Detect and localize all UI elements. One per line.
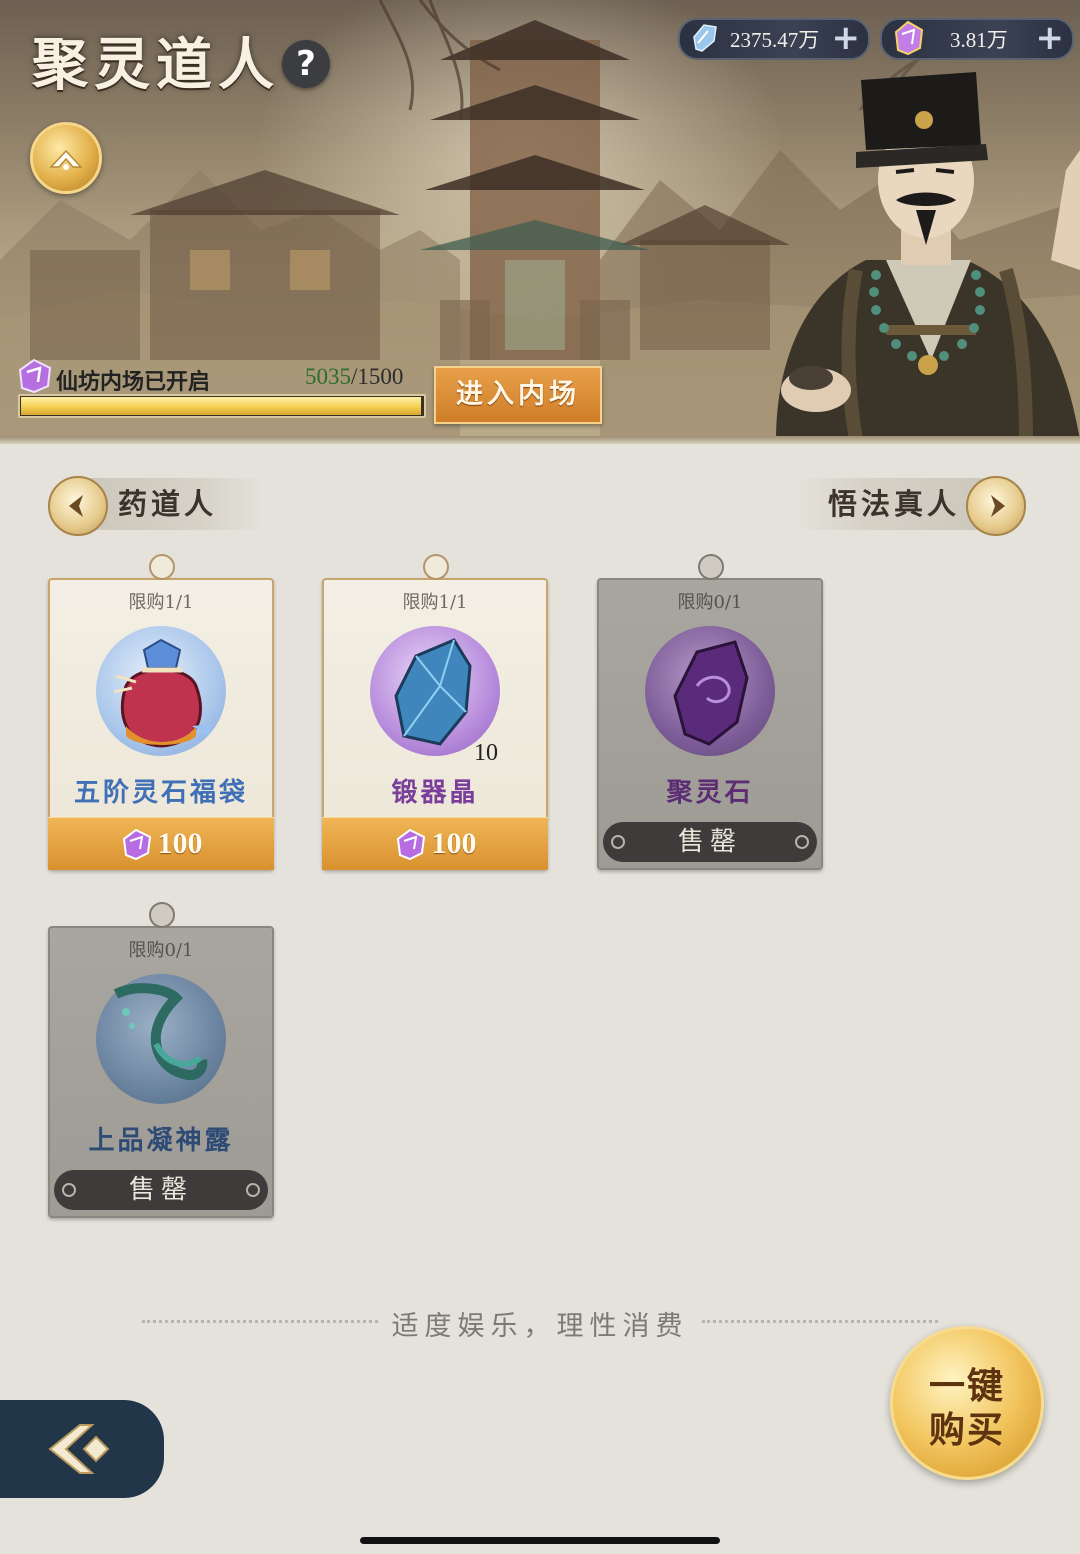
item-name: 聚灵石 (666, 778, 754, 808)
item-price-button[interactable]: 100 (48, 817, 274, 870)
sold-out-badge: 售罄 (54, 1170, 268, 1210)
purple-crystal-icon (122, 828, 151, 861)
purple-crystal-icon (18, 358, 52, 394)
currency-purple-crystal: 3.81万 + (880, 18, 1074, 60)
arrow-right-icon (966, 476, 1026, 536)
scene-divider (0, 436, 1080, 444)
merchant-character-portrait (776, 72, 1080, 440)
currency-purple-crystal-value: 3.81万 (950, 28, 1008, 52)
inner-venue-status: 仙坊内场已开启 (56, 369, 211, 395)
add-spirit-stone-button[interactable]: + (832, 19, 861, 57)
sold-out-badge: 售罄 (603, 822, 817, 862)
purchase-limit: 限购1/1 (402, 592, 468, 613)
badge-dot (795, 835, 809, 849)
prev-merchant-label: 药道人 (118, 487, 218, 521)
item-image (96, 974, 226, 1104)
item-name: 五阶灵石福袋 (73, 778, 248, 808)
responsible-gaming-slogan: 适度娱乐，理性消费 (391, 1311, 689, 1342)
sold-out-label: 售罄 (128, 1175, 193, 1205)
card-hook (149, 554, 175, 580)
card-hook (149, 902, 175, 928)
progress-current: 5035 (305, 364, 351, 389)
item-name: 锻器晶 (391, 778, 479, 808)
currency-spirit-stone: 2375.47万 + (678, 18, 870, 60)
item-image (96, 626, 226, 756)
forging-crystal-icon (394, 638, 472, 746)
purchase-limit: 限购0/1 (128, 940, 194, 961)
purchase-limit: 限购1/1 (128, 592, 194, 613)
chevron-up-icon (49, 149, 83, 170)
spirit-gathering-stone-icon (673, 640, 749, 746)
item-quantity: 10 (474, 740, 498, 766)
badge-dot (62, 1183, 76, 1197)
buy-all-label-line2: 购买 (928, 1409, 1005, 1451)
dew-vase-icon (113, 983, 208, 1080)
purchase-limit: 限购0/1 (677, 592, 743, 613)
arrow-left-icon (48, 476, 108, 536)
home-indicator[interactable] (360, 1537, 720, 1544)
back-arrow-icon (48, 1424, 110, 1474)
item-price: 100 (431, 827, 477, 860)
badge-dot (611, 835, 625, 849)
item-image (645, 626, 775, 756)
item-price-button[interactable]: 100 (322, 817, 548, 870)
card-hook (698, 554, 724, 580)
add-purple-crystal-button[interactable]: + (1036, 19, 1065, 57)
purple-crystal-icon (396, 828, 425, 861)
sold-out-label: 售罄 (677, 827, 742, 857)
shop-item-card[interactable]: 限购1/1 10 锻器晶 100 (322, 554, 548, 870)
lucky-bag-icon (113, 638, 212, 748)
prev-merchant-button[interactable]: 药道人 (48, 476, 264, 536)
shop-item-card-sold-out: 限购0/1 上品凝神露 售罄 (48, 902, 274, 1218)
back-button[interactable] (0, 1400, 164, 1498)
item-name: 上品凝神露 (88, 1126, 234, 1156)
badge-dot (246, 1183, 260, 1197)
enter-inner-venue-button[interactable]: 进入内场 (434, 366, 602, 424)
item-image (370, 626, 500, 756)
progress-fill (21, 397, 421, 415)
help-button[interactable]: ? (282, 40, 330, 88)
next-merchant-button[interactable]: 悟法真人 (796, 476, 1026, 536)
progress-total: /1500 (351, 364, 404, 389)
shop-item-card[interactable]: 限购1/1 五阶灵石福袋 100 (48, 554, 274, 870)
card-hook (423, 554, 449, 580)
next-merchant-label: 悟法真人 (828, 487, 961, 521)
spirit-stone-icon (693, 24, 717, 52)
inner-venue-progress-bar (18, 394, 426, 418)
inner-venue-progress-text: 5035/1500 (305, 364, 403, 390)
buy-all-button[interactable]: 一键 购买 (890, 1326, 1044, 1480)
slogan-divider-right (702, 1320, 938, 1323)
purple-crystal-icon (894, 20, 924, 56)
page-title: 聚灵道人 (32, 32, 280, 98)
shop-item-card-sold-out: 限购0/1 聚灵石 售罄 (597, 554, 823, 870)
collapse-toggle-button[interactable] (30, 122, 102, 194)
currency-spirit-stone-value: 2375.47万 (730, 28, 820, 52)
item-price: 100 (157, 827, 203, 860)
